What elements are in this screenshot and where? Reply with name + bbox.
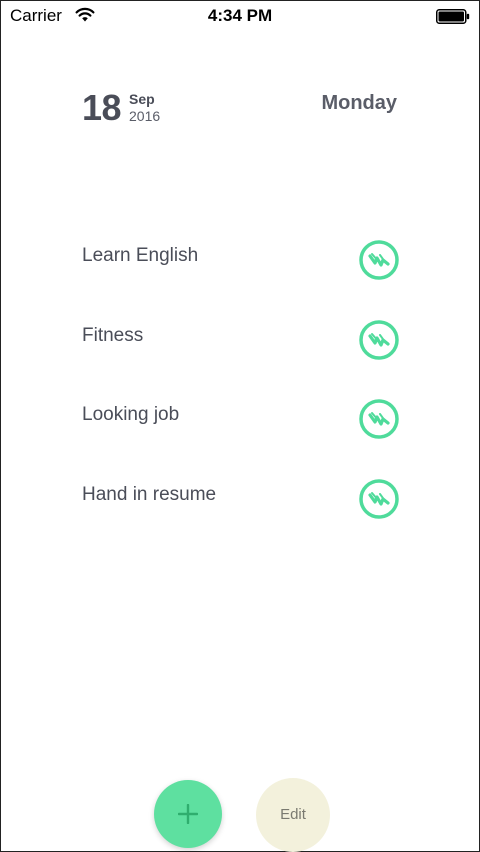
task-label: Looking job <box>82 404 180 425</box>
plus-icon <box>178 804 198 824</box>
task-label: Fitness <box>82 324 144 346</box>
date-month: Sep <box>129 91 155 107</box>
weekday-label: Monday <box>321 92 397 114</box>
date-day: 18 <box>82 87 122 128</box>
check-stamp-icon[interactable] <box>358 398 400 440</box>
task-list: Learn English Fitness Looking job Hand i… <box>82 239 402 557</box>
task-item[interactable]: Hand in resume <box>82 478 402 558</box>
task-item[interactable]: Fitness <box>82 319 402 399</box>
task-label: Learn English <box>82 245 199 266</box>
task-item[interactable]: Learn English <box>82 239 402 319</box>
check-stamp-icon[interactable] <box>358 239 400 281</box>
task-item[interactable]: Looking job <box>82 398 402 478</box>
task-label: Hand in resume <box>82 483 217 505</box>
check-stamp-icon[interactable] <box>358 319 400 361</box>
battery-icon <box>436 9 470 24</box>
status-time: 4:34 PM <box>207 6 273 25</box>
edit-button[interactable]: Edit <box>256 778 330 852</box>
check-stamp-icon[interactable] <box>358 478 400 520</box>
date-year: 2016 <box>129 108 161 124</box>
status-bar: Carrier 4:34 PM <box>1 1 479 33</box>
add-task-button[interactable] <box>154 780 222 848</box>
